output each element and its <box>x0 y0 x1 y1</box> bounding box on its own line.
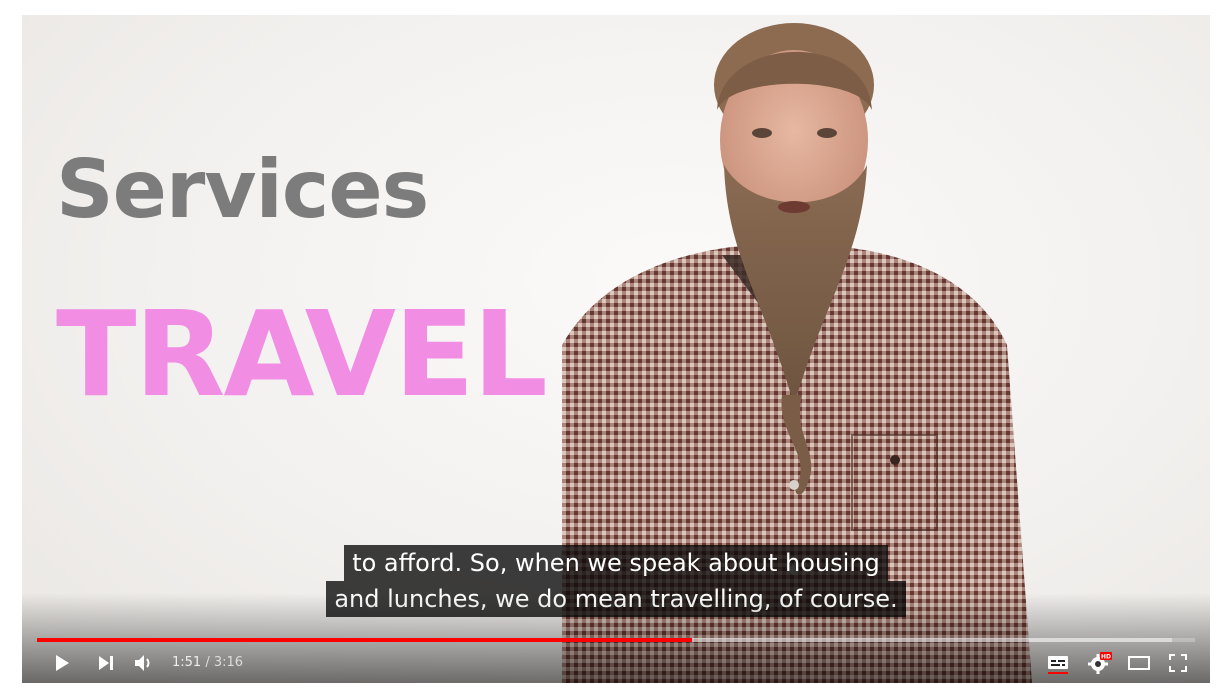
theater-mode-icon <box>1128 656 1150 670</box>
mute-button[interactable] <box>126 645 162 681</box>
next-icon <box>99 656 113 670</box>
volume-icon <box>135 655 150 671</box>
time-display: 1:51 / 3:16 <box>172 645 243 681</box>
player-controls: 1:51 / 3:16 HD <box>22 645 1210 681</box>
slide-title: Services <box>56 143 429 236</box>
play-icon <box>56 655 69 671</box>
subtitles-button[interactable] <box>1040 645 1076 681</box>
video-player[interactable]: Services TRAVEL to afford. So, when we s… <box>22 15 1210 683</box>
fullscreen-icon <box>1169 654 1187 672</box>
settings-gear-hd-icon: HD <box>1088 652 1112 674</box>
play-button[interactable] <box>44 645 80 681</box>
theater-mode-button[interactable] <box>1121 645 1157 681</box>
slide-subtitle: TRAVEL <box>56 285 548 423</box>
fullscreen-button[interactable] <box>1160 645 1196 681</box>
caption-line-1: to afford. So, when we speak about housi… <box>344 545 888 581</box>
subtitles-icon <box>1048 656 1068 674</box>
current-time: 1:51 <box>172 655 202 670</box>
next-button[interactable] <box>88 645 124 681</box>
duration: 3:16 <box>213 655 244 670</box>
progress-bar[interactable] <box>37 638 1195 642</box>
hd-badge: HD <box>1101 654 1111 661</box>
progress-played <box>37 638 693 642</box>
settings-button[interactable]: HD <box>1082 645 1118 681</box>
time-separator: / <box>201 655 214 670</box>
